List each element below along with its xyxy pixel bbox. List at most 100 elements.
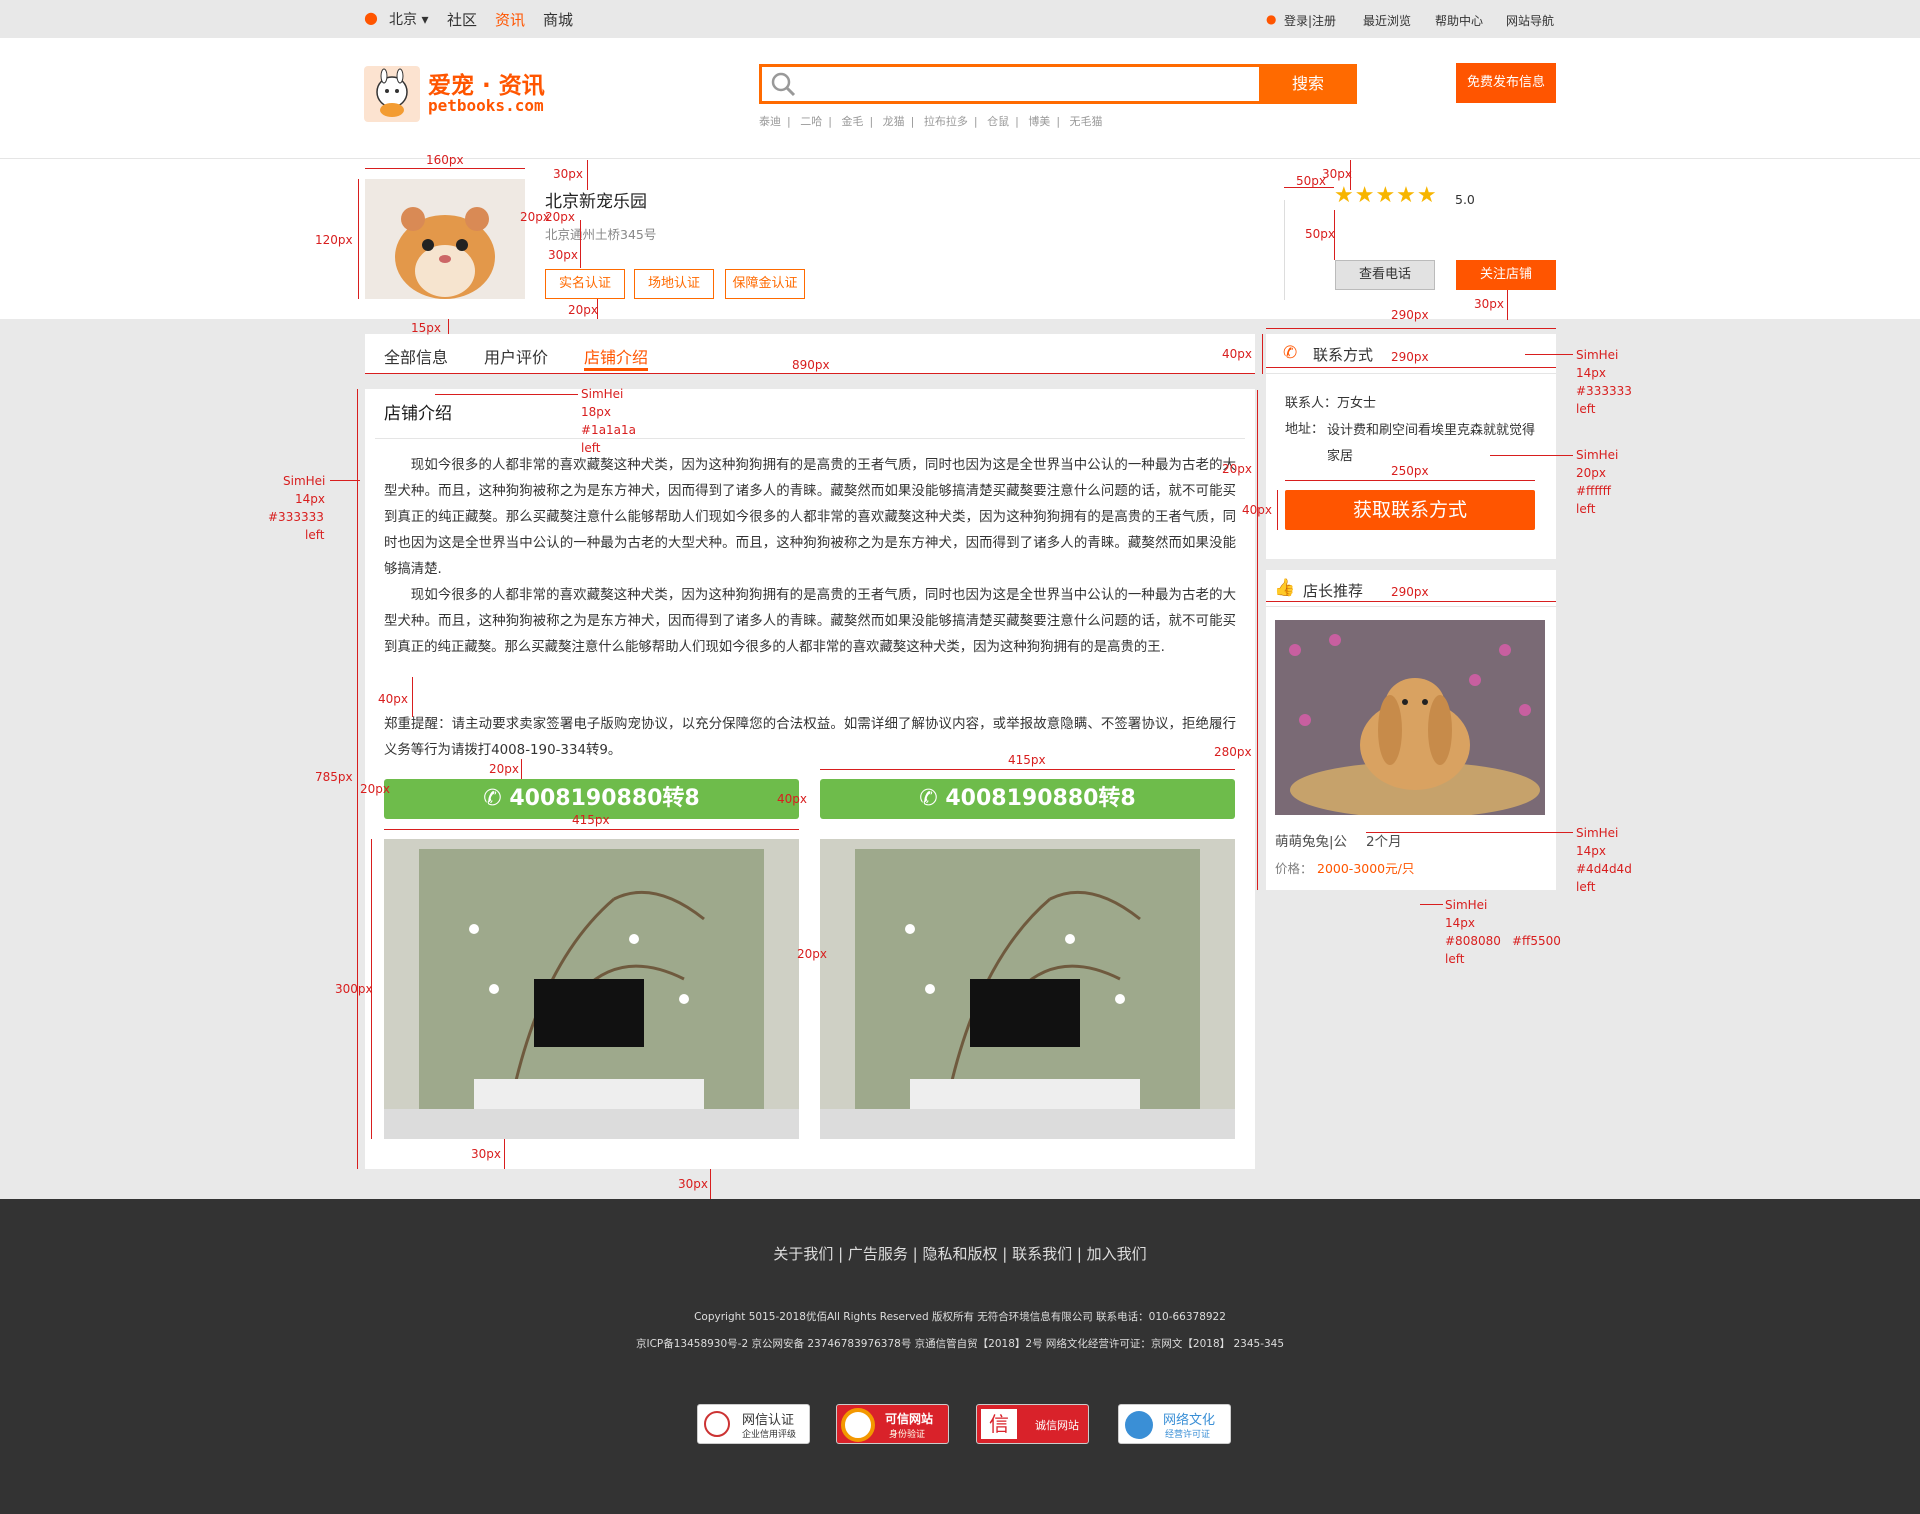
annotation: 20px: [1222, 462, 1252, 476]
measure-line: [448, 319, 449, 334]
tab-shop-intro[interactable]: 店铺介绍: [584, 344, 648, 368]
recent-link[interactable]: 最近浏览: [1363, 12, 1411, 29]
annotation: 40px: [378, 692, 408, 706]
measure-line: [1420, 904, 1443, 905]
cert-badge[interactable]: 网络文化 经营许可证: [1118, 1404, 1231, 1444]
badge-subtitle: 企业信用评级: [742, 1430, 797, 1440]
hot-keyword[interactable]: 博美: [1028, 115, 1050, 128]
annotation: 15px: [411, 321, 441, 335]
verify-badge-deposit[interactable]: 保障金认证: [725, 269, 805, 299]
annotation: 785px: [315, 770, 353, 784]
annotation: left: [1445, 952, 1465, 966]
contact-address-label: 地址：: [1285, 422, 1325, 437]
annotation: 18px: [581, 405, 611, 419]
annotation: SimHei: [1576, 448, 1619, 462]
annotation: #ff5500: [1512, 934, 1561, 948]
recommend-title: 店长推荐: [1303, 582, 1364, 600]
hot-keywords: 泰迪 | 二哈 | 金毛 | 龙猫 | 拉布拉多 | 仓鼠 | 博美 | 无毛猫: [759, 115, 1103, 128]
top-bar: ● 北京 ▾ 社区 资讯 商城 ● 登录|注册 最近浏览 帮助中心 网站导航: [0, 0, 1920, 38]
footer-links[interactable]: 关于我们 | 广告服务 | 隐私和版权 | 联系我们 | 加入我们: [0, 1243, 1920, 1264]
shop-image: [384, 839, 799, 1139]
city-select[interactable]: 北京 ▾: [389, 9, 428, 29]
annotation: 30px: [553, 167, 583, 181]
verify-badge-realname[interactable]: 实名认证: [545, 269, 625, 299]
hot-keyword[interactable]: 二哈: [800, 115, 822, 128]
badge-title: 网信认证: [742, 1413, 795, 1428]
recommend-pet-image[interactable]: [1275, 620, 1545, 815]
annotation: 20px: [489, 762, 519, 776]
help-link[interactable]: 帮助中心: [1435, 12, 1483, 29]
user-icon: ●: [1266, 12, 1277, 26]
tab-all-info[interactable]: 全部信息: [384, 344, 448, 368]
hot-keyword[interactable]: 龙猫: [883, 115, 905, 128]
sitemap-link[interactable]: 网站导航: [1506, 12, 1554, 29]
measure-line: [365, 168, 525, 169]
nav-community[interactable]: 社区: [447, 9, 477, 30]
annotation: 280px: [1214, 745, 1252, 759]
measure-line: [1277, 490, 1278, 530]
measure-line: [357, 389, 358, 1169]
publish-button[interactable]: 免费发布信息: [1456, 63, 1556, 103]
intro-paragraph: 现如今很多的人都非常的喜欢藏獒这种犬类，因为这种狗狗拥有的是高贵的王者气质，同时…: [384, 458, 1236, 577]
divider: [1284, 200, 1285, 300]
hot-keyword[interactable]: 仓鼠: [987, 115, 1009, 128]
badge-title: 诚信网站: [1035, 1419, 1079, 1432]
annotation: 30px: [548, 248, 578, 262]
annotation: left: [1576, 502, 1596, 516]
badge-subtitle: 经营许可证: [1165, 1430, 1211, 1440]
hot-keyword[interactable]: 泰迪: [759, 115, 781, 128]
annotation: 290px: [1391, 350, 1429, 364]
measure-line: [580, 220, 581, 268]
view-phone-button[interactable]: 查看电话: [1335, 260, 1435, 290]
logo-mascot-icon[interactable]: [364, 66, 420, 122]
measure-line: [1366, 832, 1573, 833]
annotation: 20px: [1576, 466, 1606, 480]
hot-keyword[interactable]: 无毛猫: [1070, 115, 1103, 128]
cert-icon: [704, 1411, 730, 1437]
annotation: 20px: [797, 947, 827, 961]
measure-line: [820, 769, 1235, 770]
annotation: SimHei: [1576, 826, 1619, 840]
annotation: #ffffff: [1576, 484, 1611, 498]
measure-line: [1490, 455, 1573, 456]
footer-copyright: Copyright 5015-2018优佰All Rights Reserved…: [694, 1311, 1226, 1323]
cert-badge[interactable]: 信 诚信网站: [976, 1404, 1089, 1444]
cert-badge[interactable]: 可信网站 身份验证: [836, 1404, 949, 1444]
measure-line: [587, 160, 588, 190]
pet-name[interactable]: 萌萌兔兔|公: [1275, 830, 1347, 850]
logo-title[interactable]: 爱宠 · 资讯: [428, 66, 545, 100]
annotation: 415px: [1008, 753, 1046, 767]
annotation: 14px: [295, 492, 325, 506]
measure-line: [1262, 334, 1263, 374]
tab-reviews[interactable]: 用户评价: [484, 344, 548, 368]
annotation: SimHei: [581, 387, 624, 401]
contact-person: 联系人：万女士: [1285, 396, 1377, 411]
culture-icon: [1125, 1411, 1153, 1439]
annotation: #333333: [1576, 384, 1632, 398]
annotation: 14px: [1576, 844, 1606, 858]
hot-keyword[interactable]: 拉布拉多: [924, 115, 968, 128]
search-button[interactable]: 搜索: [1259, 64, 1357, 104]
nav-mall[interactable]: 商城: [543, 9, 573, 30]
annotation: left: [1576, 402, 1596, 416]
verify-badge-site[interactable]: 场地认证: [634, 269, 714, 299]
annotation: SimHei: [1576, 348, 1619, 362]
hot-keyword[interactable]: 金毛: [841, 115, 863, 128]
search-icon: [771, 72, 796, 97]
annotation: 160px: [426, 153, 464, 167]
annotation: 290px: [1391, 585, 1429, 599]
annotation: 30px: [471, 1147, 501, 1161]
annotation: 40px: [777, 792, 807, 806]
get-contact-button[interactable]: 获取联系方式: [1285, 490, 1535, 530]
measure-line: [1507, 290, 1508, 320]
cert-badge[interactable]: 网信认证 企业信用评级: [697, 1404, 810, 1444]
phone-call-button[interactable]: ✆ 4008190880转8: [820, 779, 1235, 819]
location-icon: ●: [364, 8, 378, 27]
nav-news[interactable]: 资讯: [495, 9, 525, 30]
annotation: left: [1576, 880, 1596, 894]
login-link[interactable]: 登录|注册: [1284, 12, 1336, 29]
measure-line: [1525, 354, 1573, 355]
shop-photo: [365, 179, 525, 299]
annotation: #333333: [268, 510, 324, 524]
follow-shop-button[interactable]: 关注店铺: [1456, 260, 1556, 290]
